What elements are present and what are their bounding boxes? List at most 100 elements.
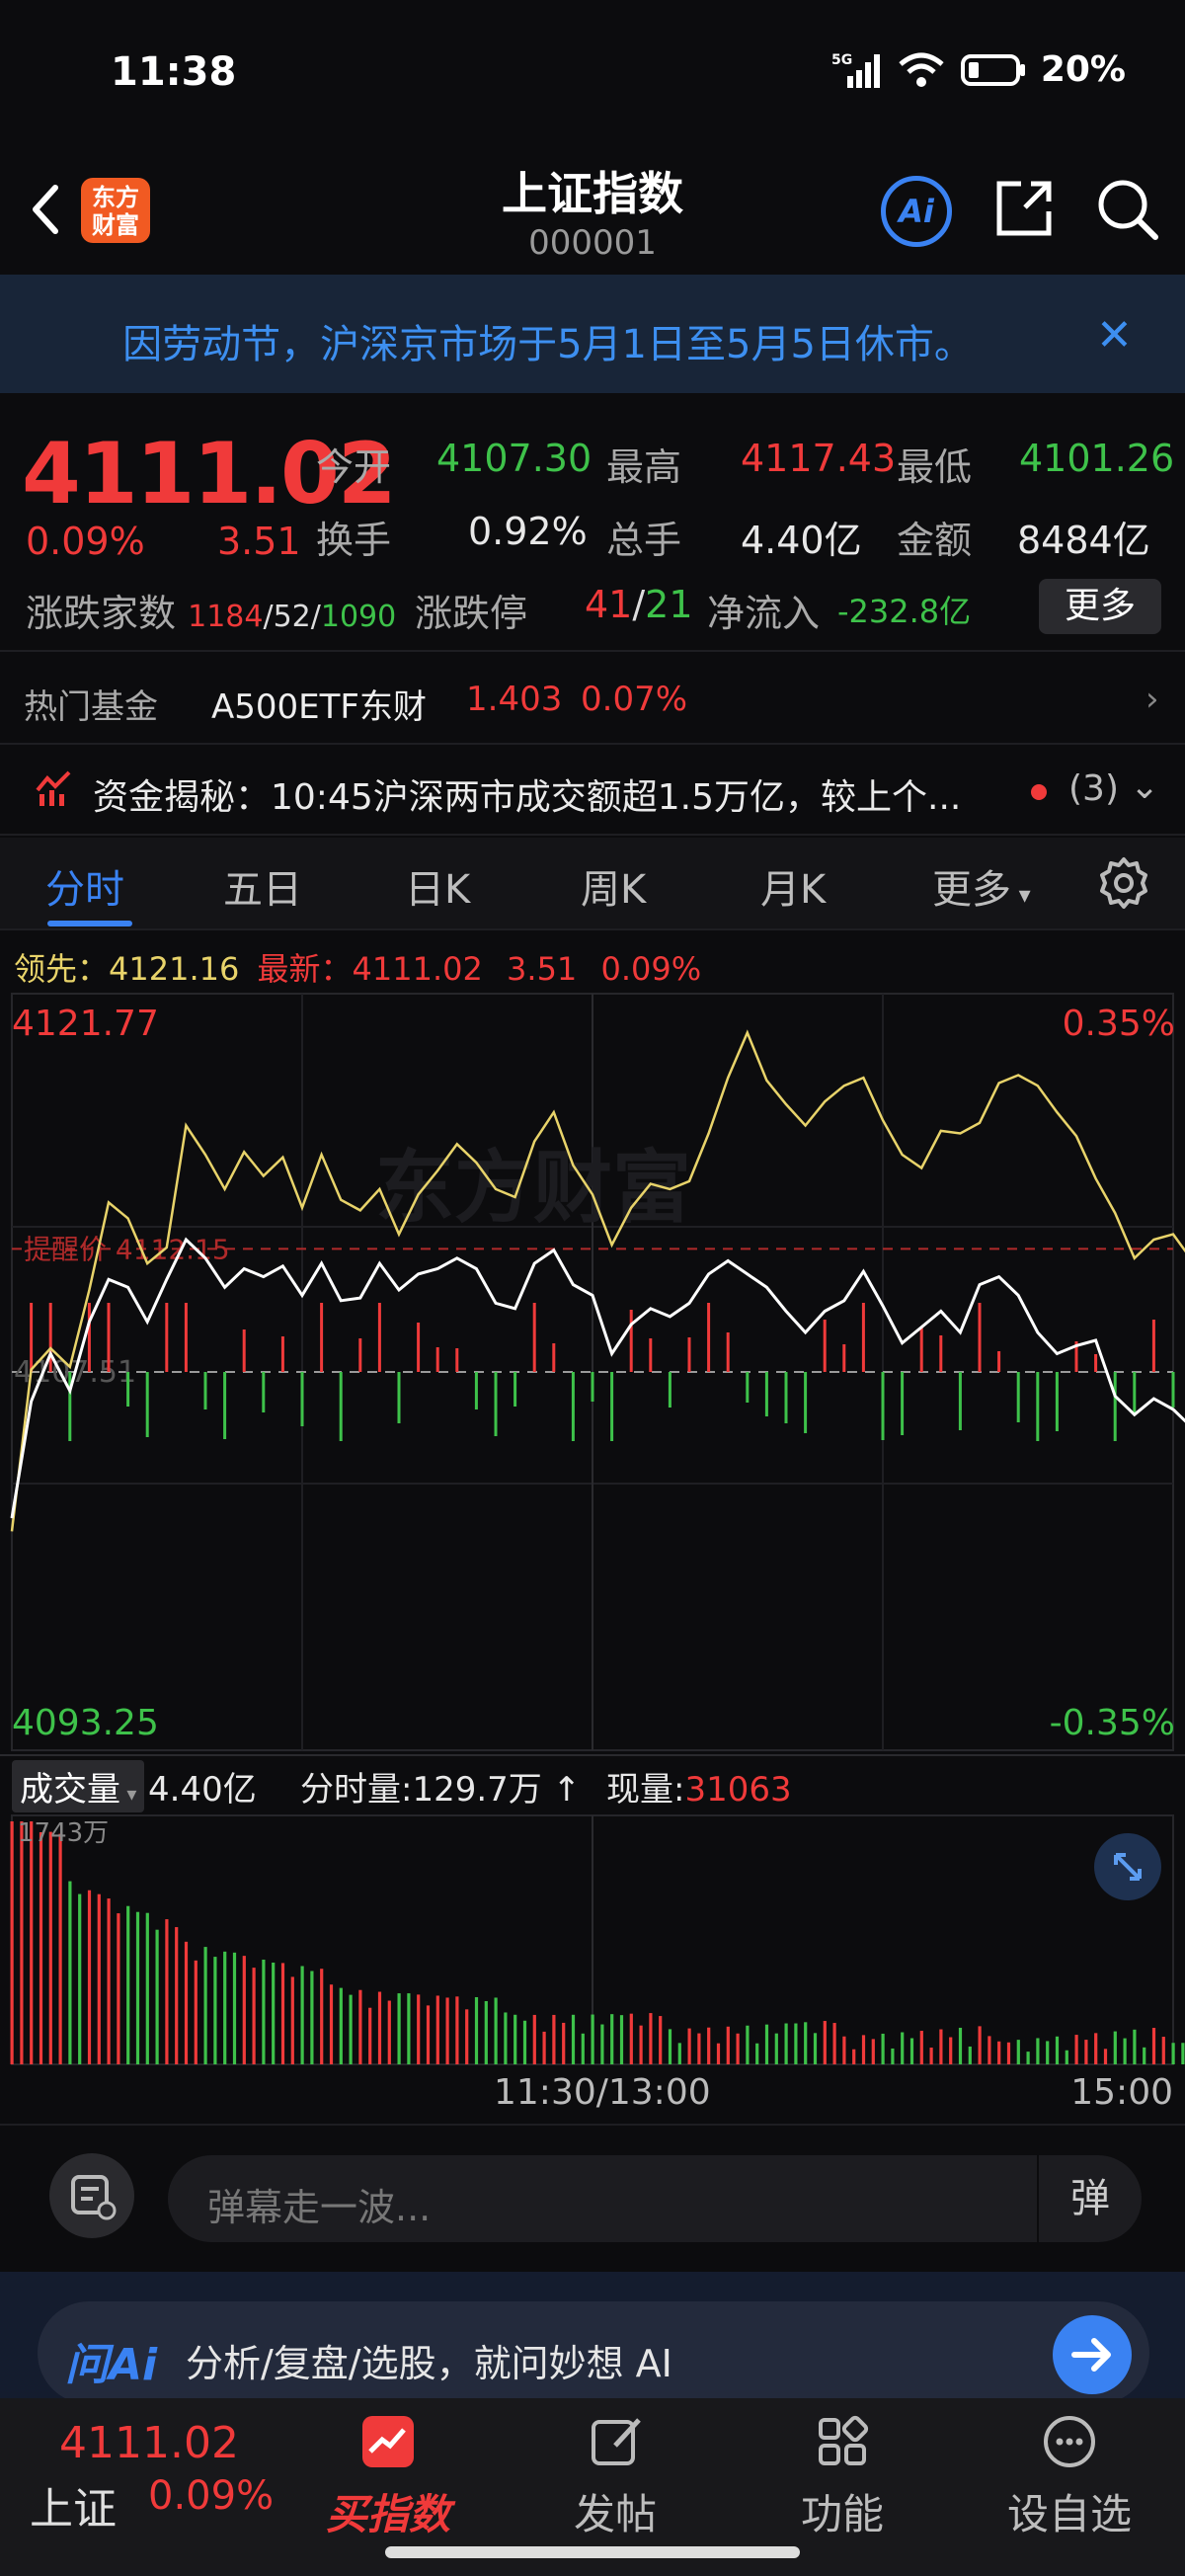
nav-index-pct[interactable]: 0.09% [148, 2473, 274, 2519]
battery-level: 20% [1040, 49, 1126, 90]
tab-daily-k[interactable]: 日K [405, 857, 470, 915]
flow-bar [610, 1372, 614, 1441]
tab-intraday[interactable]: 分时 [45, 857, 124, 915]
volume-label: 总手 [606, 519, 682, 562]
hot-fund-row[interactable]: 热门基金 A500ETF东财 1.403 0.07% › [0, 654, 1185, 745]
volume-bar [417, 1994, 421, 2064]
volume-bar [107, 1898, 111, 2064]
open-label: 今开 [316, 445, 392, 489]
flow-bar [107, 1303, 111, 1372]
minute-volume: 分时量:129.7万 ↑ [300, 1770, 582, 1810]
nav-index-name[interactable]: 上证 [30, 2473, 117, 2536]
nav-functions[interactable]: 功能 [768, 2412, 916, 2541]
flow-bar [126, 1372, 130, 1407]
flow-bar [1171, 1372, 1175, 1408]
flow-bar [262, 1372, 266, 1412]
change-amount: 3.51 [217, 520, 301, 563]
chevron-right-icon: › [1146, 680, 1159, 719]
flow-bar [48, 1303, 52, 1372]
intraday-chart[interactable]: 东方财富 提醒价 4112.15 4107.51 4121.77 0.35% 4… [0, 988, 1185, 1758]
hot-fund-price: 1.403 [466, 680, 563, 719]
chevron-down-icon[interactable]: ⌄ [1130, 766, 1159, 807]
danmu-toggle-button[interactable]: 弹 [1037, 2155, 1142, 2242]
gear-icon[interactable] [1096, 855, 1151, 911]
high-value: 4117.43 [741, 437, 897, 480]
volume-bar [358, 1989, 362, 2064]
volume-bar [1074, 2035, 1078, 2064]
volume-bar [832, 2023, 836, 2064]
flow-bar [435, 1347, 439, 1372]
share-icon[interactable] [991, 176, 1057, 241]
flow-bar [901, 1372, 905, 1435]
flow-bar [881, 1372, 885, 1440]
news-ticker[interactable]: 资金揭秘：10:45沪深两市成交额超1.5万亿，较上个... (3) ⌄ [0, 745, 1185, 836]
flow-bar [649, 1338, 653, 1372]
volume-chart[interactable]: 1743万 [0, 1813, 1185, 2066]
flow-bar [1016, 1372, 1020, 1422]
danmu-settings-button[interactable] [49, 2153, 134, 2238]
latest-pct: 0.09% [600, 950, 702, 988]
tab-monthly-k[interactable]: 月K [760, 857, 826, 915]
quote-panel: 4111.02 0.09% 3.51 今开 4107.30 最高 4117.43… [0, 393, 1185, 652]
flow-bar [1151, 1320, 1155, 1372]
volume-bar [68, 1881, 72, 2064]
volume-bar [1133, 2029, 1137, 2064]
flow-bar [184, 1303, 188, 1372]
flow-bar [746, 1372, 750, 1403]
ai-prompt-text: 分析/复盘/选股，就问妙想 AI [186, 2342, 672, 2385]
volume-bar [349, 1994, 353, 2064]
hot-fund-label: 热门基金 [24, 687, 158, 727]
nav-buy-index[interactable]: 买指数 [314, 2412, 462, 2541]
flow-bar [377, 1303, 381, 1372]
volume-bar [1084, 2040, 1088, 2064]
more-button[interactable]: 更多 [1039, 579, 1161, 634]
volume-bar [1181, 2043, 1185, 2064]
danmu-input[interactable]: 弹幕走一波... 弹 [168, 2155, 1142, 2242]
volume-bar [774, 2033, 778, 2064]
volume-bar [562, 2022, 566, 2064]
volume-total: 4.40亿 [148, 1770, 257, 1810]
danmu-icon [71, 2175, 117, 2220]
volume-bar [1036, 2038, 1040, 2064]
nav-add-watchlist[interactable]: 设自选 [995, 2412, 1144, 2541]
latest-change: 3.51 [507, 950, 578, 988]
tab-more[interactable]: 更多 ▾ [932, 857, 1031, 915]
tab-five-day[interactable]: 五日 [223, 857, 302, 915]
active-tab-indicator [47, 921, 132, 926]
search-icon[interactable] [1094, 176, 1159, 241]
flow-bar [668, 1372, 672, 1408]
high-label: 最高 [606, 445, 682, 489]
latest-value: 4111.02 [352, 950, 483, 988]
volume-bar [377, 1991, 382, 2064]
arrow-right-icon[interactable] [1053, 2315, 1132, 2394]
ai-ask-bar[interactable]: 问Ai 分析/复盘/选股，就问妙想 AI [38, 2301, 1149, 2404]
low-value: 4101.26 [1019, 437, 1175, 480]
volume-bar [455, 1996, 459, 2064]
amount-label: 金额 [897, 519, 973, 562]
flow-bar [165, 1303, 169, 1372]
breadth-up: 1184 [188, 600, 264, 634]
volume-bar [746, 2025, 750, 2064]
volume-bar [117, 1913, 120, 2064]
volume-selector[interactable]: 成交量 ▾ [12, 1760, 145, 1812]
axis-top-pct: 0.35% [1062, 1004, 1175, 1044]
netflow-label: 净流入 [707, 592, 821, 635]
tab-weekly-k[interactable]: 周K [581, 857, 646, 915]
market-closure-notice: 因劳动节，沪深京市场于5月1日至5月5日休市。 ✕ [0, 275, 1185, 393]
close-icon[interactable]: ✕ [1096, 310, 1133, 361]
volume-bar [784, 2023, 788, 2064]
flow-bar [514, 1372, 517, 1407]
volume-bar [687, 2028, 691, 2064]
flow-bar [764, 1372, 768, 1416]
flow-bar [87, 1303, 91, 1372]
ai-assistant-icon[interactable]: Ai [881, 176, 952, 247]
nav-index-price[interactable]: 4111.02 [59, 2418, 239, 2468]
price-line [10, 1237, 1185, 1519]
flow-bar [784, 1372, 788, 1423]
expand-icon[interactable] [1094, 1833, 1161, 1900]
nav-post[interactable]: 发帖 [541, 2412, 689, 2541]
volume-bar [135, 1911, 140, 2064]
axis-bottom-price: 4093.25 [12, 1703, 159, 1743]
volume-bar [1113, 2031, 1117, 2064]
ai-strip: 问Ai 分析/复盘/选股，就问妙想 AI [0, 2272, 1185, 2404]
